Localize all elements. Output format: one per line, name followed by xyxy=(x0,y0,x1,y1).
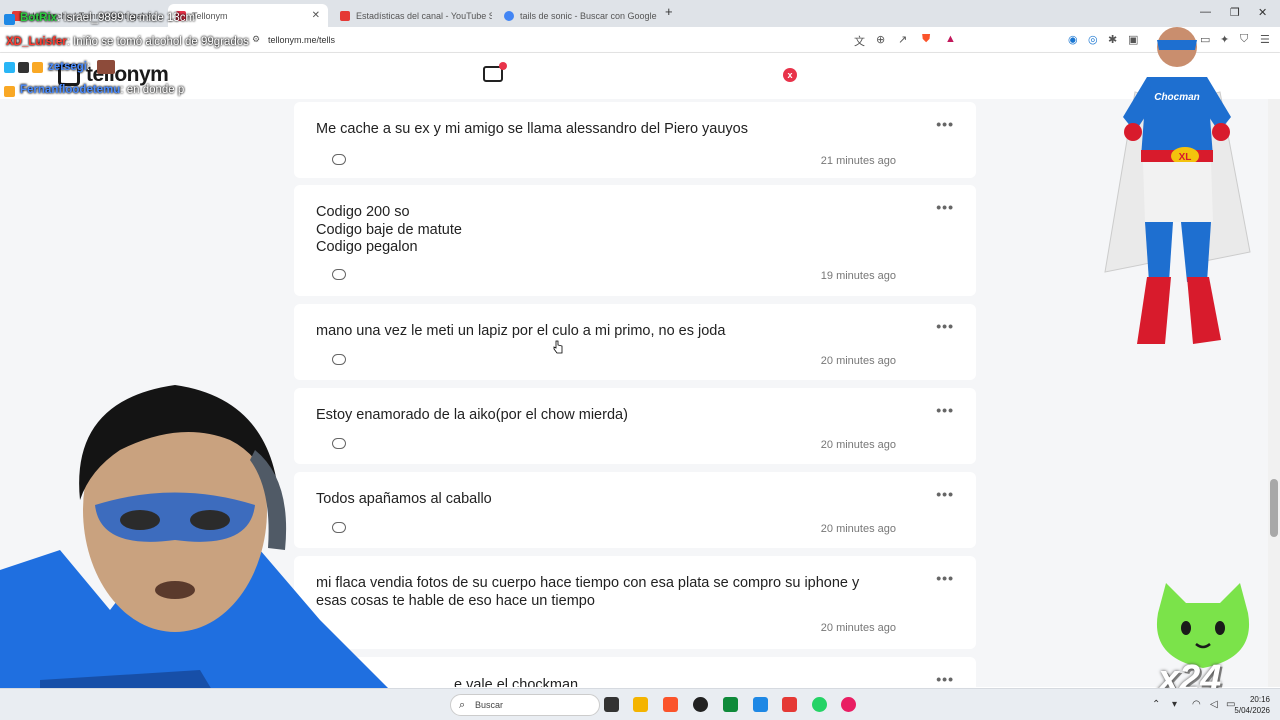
chat-username: zetsegi xyxy=(48,61,87,74)
whatsapp-icon[interactable] xyxy=(812,697,827,712)
clock-date: 5/04/2026 xyxy=(1234,706,1270,715)
page-scrollbar[interactable] xyxy=(1268,99,1280,687)
scrollbar-thumb[interactable] xyxy=(1270,479,1278,537)
chat-text: : Israel_9899 le mide 13cm xyxy=(57,12,196,24)
extension-audio-icon[interactable]: ◉ xyxy=(1068,33,1078,46)
site-info-icon[interactable]: ⚙ xyxy=(252,34,260,45)
chat-badge-icon xyxy=(18,62,29,73)
taskbar-clock[interactable]: 20:16 5/04/2026 xyxy=(1234,694,1270,716)
rewards-icon[interactable]: ▲ xyxy=(945,33,956,45)
tab-label: tails de sonic - Buscar con Google xyxy=(520,10,657,21)
chat-message: BotRix: Israel_9899 le mide 13cm xyxy=(4,12,196,25)
chat-text: : Iniño se tomó alcohol de 99grados xyxy=(66,36,249,48)
brave-browser-icon[interactable] xyxy=(663,697,678,712)
url-field[interactable]: tellonym.me/tells xyxy=(268,35,335,45)
tell-card: Me cache a su ex y mi amigo se llama ale… xyxy=(294,102,976,178)
volume-icon[interactable]: ◁ xyxy=(1210,699,1218,710)
tell-time: 20 minutes ago xyxy=(820,523,896,535)
search-placeholder: Buscar xyxy=(475,700,504,710)
close-button[interactable]: x xyxy=(783,68,797,82)
minimize-icon[interactable]: — xyxy=(1200,6,1211,18)
tell-card: Codigo 200 so Codigo baje de matute Codi… xyxy=(294,185,976,296)
taskbar-search[interactable]: ⌕ Buscar xyxy=(450,694,600,716)
more-options-button[interactable]: ••• xyxy=(936,486,954,502)
clock-time: 20:16 xyxy=(1249,695,1270,704)
tell-text: e vale el chockman xyxy=(454,677,579,687)
hero-belt: XL xyxy=(1179,152,1192,163)
reply-icon[interactable] xyxy=(332,269,346,280)
new-tab-button[interactable]: + xyxy=(665,4,673,19)
more-options-button[interactable]: ••• xyxy=(936,671,954,687)
app-green-icon[interactable] xyxy=(723,697,738,712)
search-icon: ⌕ xyxy=(459,699,466,711)
youtube-favicon-icon xyxy=(340,10,350,21)
tray-chevron-icon[interactable]: ⌃ xyxy=(1152,699,1160,710)
tab-google-search[interactable]: tails de sonic - Buscar con Google xyxy=(496,4,661,27)
tab-youtube-studio[interactable]: Estadísticas del canal - YouTube Studi xyxy=(332,4,492,27)
tab-label: Tellonym xyxy=(192,10,228,21)
task-view-icon[interactable] xyxy=(604,697,619,712)
close-window-icon[interactable]: ✕ xyxy=(1258,6,1267,19)
hand-cursor-icon xyxy=(553,340,563,354)
chat-emote-icon xyxy=(97,60,116,74)
notification-dot xyxy=(499,62,507,70)
more-options-button[interactable]: ••• xyxy=(936,199,954,215)
notepad-icon[interactable] xyxy=(753,697,768,712)
reply-icon[interactable] xyxy=(332,354,346,365)
chat-text: : xyxy=(87,61,91,74)
tell-card: mano una vez le meti un lapiz por el cul… xyxy=(294,304,976,380)
chat-badge-icon xyxy=(4,62,15,73)
tell-text: Codigo 200 so Codigo baje de matute Codi… xyxy=(316,204,462,255)
maximize-icon[interactable]: ❐ xyxy=(1230,6,1240,19)
tell-time: 20 minutes ago xyxy=(820,622,896,634)
more-options-button[interactable]: ••• xyxy=(936,570,954,586)
menu-icon[interactable]: ☰ xyxy=(1260,33,1270,46)
app-red-icon[interactable] xyxy=(782,697,797,712)
tell-time: 20 minutes ago xyxy=(820,355,896,367)
share-icon[interactable]: ↗ xyxy=(898,33,907,46)
hero-brand: Chocman xyxy=(1154,92,1200,103)
tell-text: Me cache a su ex y mi amigo se llama ale… xyxy=(316,121,748,137)
more-options-button[interactable]: ••• xyxy=(936,402,954,418)
screen: Una noche | Tommy Portugal &... Tellonym… xyxy=(0,0,1280,720)
tell-text: mano una vez le meti un lapiz por el cul… xyxy=(316,323,726,339)
app-header: tellonym x xyxy=(0,53,1280,99)
tell-time: 21 minutes ago xyxy=(820,155,896,167)
reply-icon[interactable] xyxy=(332,154,346,165)
wifi-icon[interactable]: ◠ xyxy=(1192,699,1201,710)
chat-text: : en donde p xyxy=(120,84,185,96)
chat-message: zetsegi: xyxy=(4,60,116,74)
windows-taskbar: ⌕ Buscar ⌃ ▾ ◠ ◁ ▭ 20:16 5/04/2026 xyxy=(0,688,1280,720)
webcam-overlay xyxy=(0,385,420,720)
more-options-button[interactable]: ••• xyxy=(936,318,954,334)
tell-time: 20 minutes ago xyxy=(820,439,896,451)
file-explorer-icon[interactable] xyxy=(633,697,648,712)
chat-username: XD_Luisfer xyxy=(6,36,67,48)
brave-shield-icon[interactable]: ⛊ xyxy=(922,33,930,46)
close-tab-icon[interactable]: ✕ xyxy=(306,10,320,21)
google-favicon-icon xyxy=(504,10,514,21)
chocman-hero-overlay: XL Chocman xyxy=(1104,27,1251,344)
inbox-icon[interactable] xyxy=(483,62,507,82)
tab-label: Estadísticas del canal - YouTube Studi xyxy=(356,10,492,21)
network-icon[interactable]: ▾ xyxy=(1172,699,1177,710)
chat-badge-icon xyxy=(32,62,43,73)
chat-message: XD_Luisfer: Iniño se tomó alcohol de 99g… xyxy=(4,36,249,48)
opera-icon[interactable] xyxy=(841,697,856,712)
more-options-button[interactable]: ••• xyxy=(936,116,954,132)
zoom-icon[interactable]: ⊕ xyxy=(876,33,885,46)
chat-badge-icon xyxy=(4,86,15,97)
obs-icon[interactable] xyxy=(693,697,708,712)
chat-username: BotRix xyxy=(20,12,58,24)
translate-icon[interactable]: 文 xyxy=(854,33,865,49)
chat-message: Fernanfloodetemu: en donde p xyxy=(4,84,185,97)
chat-badge-icon xyxy=(4,14,15,25)
chat-username: Fernanfloodetemu xyxy=(20,84,121,96)
tell-time: 19 minutes ago xyxy=(820,270,896,282)
